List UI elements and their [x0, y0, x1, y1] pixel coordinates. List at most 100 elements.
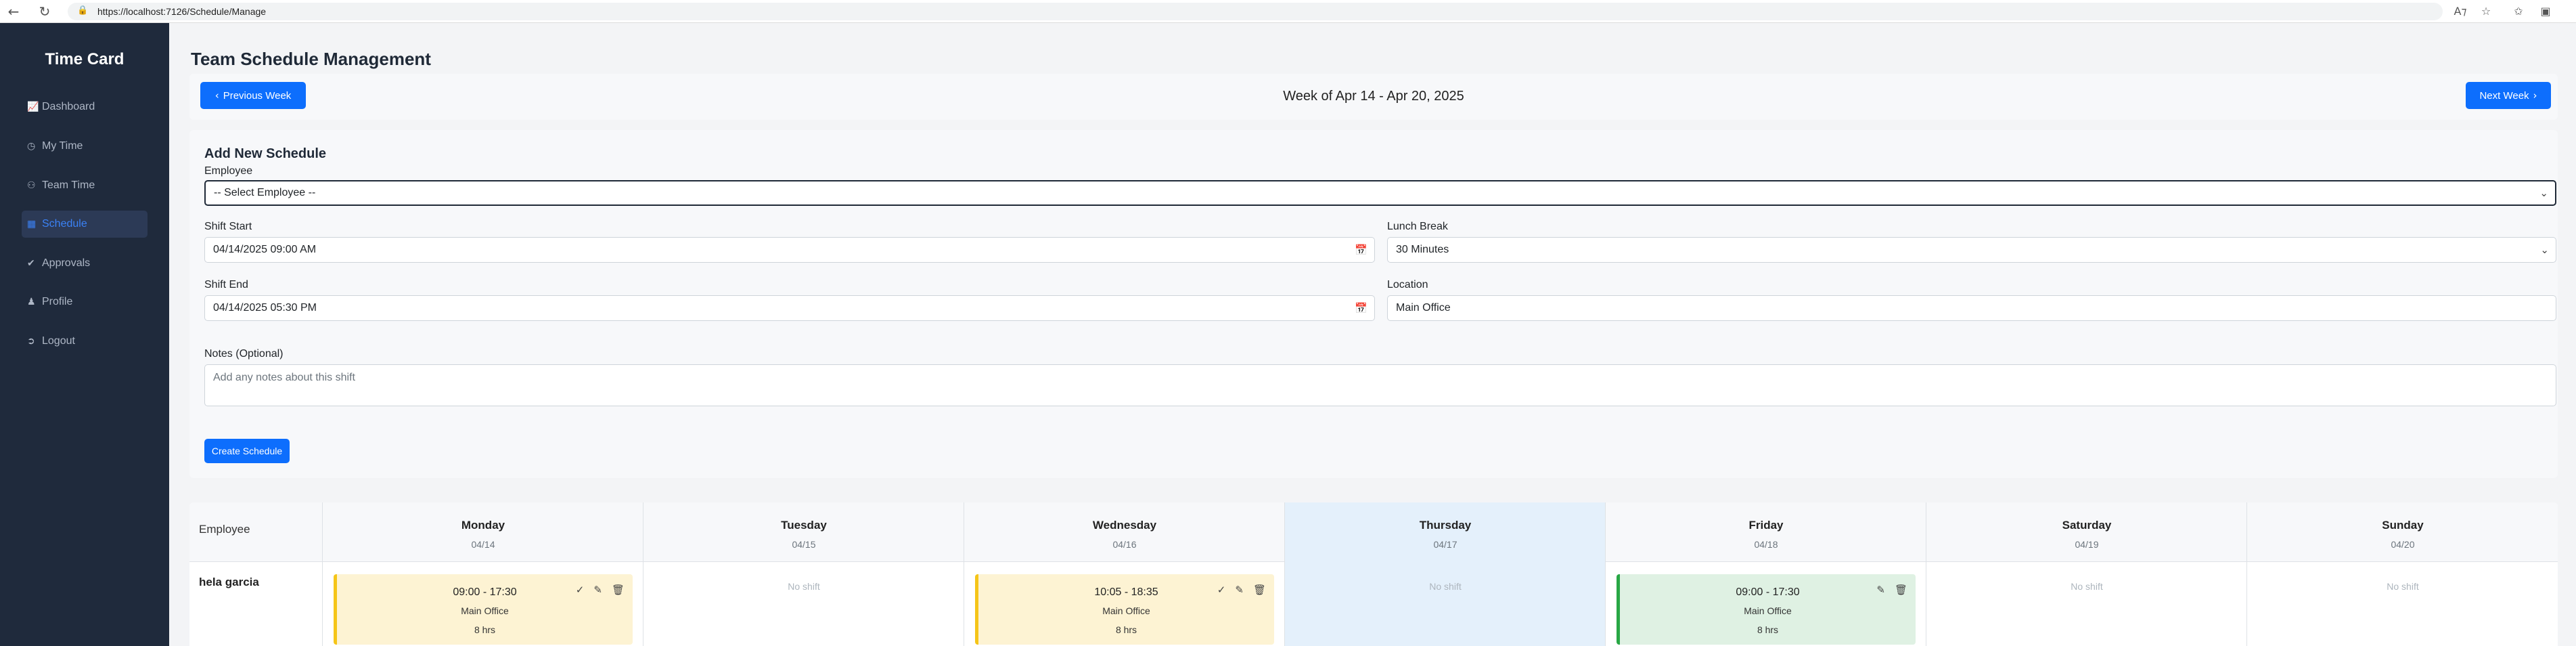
shift-hours: 8 hrs	[1757, 624, 1779, 635]
day-column-wednesday: Wednesday 04/16 ✓ ✎ 🗑 10:05 - 18:35 Main O…	[964, 502, 1284, 646]
clock-icon: ◷	[27, 141, 36, 152]
day-column-sunday: Sunday 04/20 No shift	[2246, 502, 2558, 646]
collections-icon[interactable]: ▣	[2536, 3, 2555, 20]
sidebar: Time Card 📈 Dashboard ◷ My Time ⚇ Team Time…	[0, 23, 169, 646]
lunch-break-value: 30 Minutes	[1396, 244, 1449, 255]
shift-location: Main Office	[1102, 605, 1150, 616]
shift-location: Main Office	[1744, 605, 1792, 616]
brand-title: Time Card	[45, 50, 125, 68]
week-navigation: ‹ Previous Week Week of Apr 14 - Apr 20, …	[189, 74, 2558, 120]
sidebar-item-approvals[interactable]: ✔ Approvals	[22, 250, 148, 277]
no-shift-text: No shift	[2071, 581, 2103, 592]
week-label: Week of Apr 14 - Apr 20, 2025	[1283, 89, 1464, 104]
location-input[interactable]: Main Office	[1387, 295, 2556, 321]
day-date: 04/17	[1433, 539, 1458, 550]
day-column-friday: Friday 04/18 ✎ 🗑 09:00 - 17:30 Main Offic…	[1605, 502, 1926, 646]
shift-start-input[interactable]: 04/14/2025 09:00 AM 📅	[204, 237, 1375, 263]
shift-end-label: Shift End	[204, 279, 248, 290]
users-icon: ⚇	[27, 180, 36, 191]
employee-select-value: -- Select Employee --	[214, 187, 316, 198]
sidebar-item-dashboard[interactable]: 📈 Dashboard	[22, 93, 148, 121]
next-week-button[interactable]: Next Week ›	[2466, 82, 2551, 109]
read-aloud-icon[interactable]: A⁊	[2451, 3, 2470, 20]
shift-time: 09:00 - 17:30	[453, 586, 517, 598]
form-title: Add New Schedule	[204, 146, 327, 161]
no-shift-text: No shift	[788, 581, 820, 592]
favorite-star-icon[interactable]: ☆	[2477, 3, 2495, 20]
sidebar-item-label: Logout	[42, 335, 75, 347]
notes-textarea[interactable]: Add any notes about this shift	[204, 364, 2556, 406]
favorites-icon[interactable]: ✩	[2509, 3, 2528, 20]
day-name: Sunday	[2382, 519, 2424, 532]
day-column-tuesday: Tuesday 04/15 No shift	[643, 502, 964, 646]
lunch-break-label: Lunch Break	[1387, 221, 1448, 232]
logout-icon: ➲	[27, 336, 35, 347]
day-name: Friday	[1748, 519, 1784, 532]
day-column-monday: Monday 04/14 ✓ ✎ 🗑 09:00 - 17:30 Main Offi…	[322, 502, 643, 646]
browser-toolbar: ← ↻ 🔒 https://localhost:7126/Schedule/Ma…	[0, 0, 2576, 23]
reload-icon[interactable]: ↻	[35, 2, 54, 21]
add-schedule-form: Add New Schedule Employee -- Select Empl…	[189, 130, 2558, 478]
sidebar-item-label: Team Time	[42, 179, 95, 191]
sidebar-item-label: Schedule	[42, 218, 87, 230]
back-icon[interactable]: ←	[4, 2, 23, 21]
day-date: 04/18	[1754, 539, 1778, 550]
chevron-down-icon: ⌄	[2539, 187, 2548, 199]
address-bar[interactable]: 🔒 https://localhost:7126/Schedule/Manage	[68, 3, 2443, 20]
shift-end-value: 04/14/2025 05:30 PM	[213, 302, 317, 314]
page-title: Team Schedule Management	[191, 49, 431, 69]
day-name: Saturday	[2062, 519, 2112, 532]
sidebar-item-schedule[interactable]: ▦ Schedule	[22, 211, 148, 238]
shift-card[interactable]: ✓ ✎ 🗑 10:05 - 18:35 Main Office 8 hrs	[975, 574, 1274, 645]
day-column-thursday: Thursday 04/17 No shift	[1284, 502, 1605, 646]
day-name: Thursday	[1419, 519, 1472, 532]
shift-end-input[interactable]: 04/14/2025 05:30 PM 📅	[204, 295, 1375, 321]
next-week-label: Next Week	[2479, 90, 2529, 102]
url-text: https://localhost:7126/Schedule/Manage	[97, 6, 267, 17]
day-column-saturday: Saturday 04/19 No shift	[1926, 502, 2246, 646]
day-name: Wednesday	[1092, 519, 1157, 532]
chevron-right-icon: ›	[2533, 89, 2537, 102]
sidebar-item-logout[interactable]: ➲ Logout	[22, 328, 148, 355]
no-shift-text: No shift	[2387, 581, 2419, 592]
employee-select[interactable]: -- Select Employee -- ⌄	[204, 180, 2556, 206]
employee-column-header: Employee	[199, 523, 250, 536]
shift-card[interactable]: ✎ 🗑 09:00 - 17:30 Main Office 8 hrs	[1617, 574, 1916, 645]
create-schedule-button[interactable]: Create Schedule	[204, 439, 290, 463]
notes-placeholder: Add any notes about this shift	[213, 372, 355, 383]
location-label: Location	[1387, 279, 1428, 290]
check-circle-icon: ✔	[27, 258, 35, 269]
day-name: Tuesday	[781, 519, 827, 532]
sidebar-item-label: Profile	[42, 296, 73, 307]
schedule-grid: Employee hela garcia Monday 04/14 ✓ ✎ 🗑 09…	[189, 502, 2558, 646]
day-date: 04/16	[1112, 539, 1137, 550]
sidebar-item-label: Dashboard	[42, 101, 95, 112]
lunch-break-select[interactable]: 30 Minutes ⌄	[1387, 237, 2556, 263]
notes-label: Notes (Optional)	[204, 348, 284, 360]
chevron-down-icon: ⌄	[2540, 244, 2549, 256]
shift-start-label: Shift Start	[204, 221, 252, 232]
location-value: Main Office	[1396, 302, 1451, 314]
day-name: Monday	[461, 519, 505, 532]
shift-start-value: 04/14/2025 09:00 AM	[213, 244, 317, 255]
no-shift-text: No shift	[1429, 581, 1462, 592]
calendar-picker-icon[interactable]: 📅	[1355, 238, 1368, 262]
lock-icon: 🔒	[77, 5, 89, 16]
sidebar-item-team-time[interactable]: ⚇ Team Time	[22, 172, 148, 199]
calendar-picker-icon[interactable]: 📅	[1355, 296, 1368, 320]
employee-label: Employee	[204, 165, 253, 177]
sidebar-item-label: My Time	[42, 140, 83, 152]
day-date: 04/19	[2075, 539, 2099, 550]
shift-time: 09:00 - 17:30	[1736, 586, 1800, 598]
shift-time: 10:05 - 18:35	[1094, 586, 1158, 598]
sidebar-item-profile[interactable]: ♟ Profile	[22, 288, 148, 316]
sidebar-item-my-time[interactable]: ◷ My Time	[22, 133, 148, 160]
day-date: 04/14	[471, 539, 495, 550]
shift-card[interactable]: ✓ ✎ 🗑 09:00 - 17:30 Main Office 8 hrs	[334, 574, 633, 645]
shift-hours: 8 hrs	[474, 624, 496, 635]
user-icon: ♟	[27, 297, 36, 307]
day-date: 04/20	[2391, 539, 2415, 550]
calendar-icon: ▦	[27, 219, 37, 230]
shift-location: Main Office	[461, 605, 509, 616]
sidebar-item-label: Approvals	[42, 257, 91, 269]
